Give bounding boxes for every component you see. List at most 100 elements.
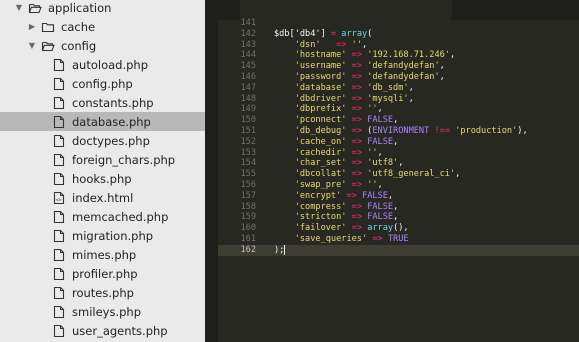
- line-number: 159: [240, 212, 256, 223]
- code-token: =>: [351, 201, 362, 212]
- sidebar-item[interactable]: doctypes.php: [0, 131, 205, 150]
- file-icon: [51, 95, 67, 111]
- sidebar-item-label: config: [61, 38, 97, 53]
- sidebar-item[interactable]: constants.php: [0, 93, 205, 112]
- code-token: '': [351, 39, 363, 50]
- sidebar-item[interactable]: ▼ config: [0, 36, 205, 55]
- file-icon: [51, 152, 67, 168]
- code-token: =>: [351, 126, 362, 136]
- sidebar-item[interactable]: mimes.php: [0, 245, 205, 264]
- file-icon: [51, 228, 67, 244]
- line-number: 143: [240, 39, 256, 50]
- pane-divider[interactable]: [205, 0, 218, 342]
- code-token: 'db_sdm': [367, 82, 409, 93]
- line-number: 151: [240, 126, 256, 136]
- sidebar-item[interactable]: ▶ cache: [0, 17, 205, 36]
- code-text: 'database' => 'db_sdm',: [256, 83, 414, 94]
- code-line[interactable]: 148 'dbdriver' => 'mysqli',: [218, 94, 579, 105]
- chevron-down-icon[interactable]: ▼: [14, 3, 24, 12]
- code-token: '192.168.71.246': [367, 50, 450, 61]
- code-token: ,: [377, 180, 383, 190]
- code-line[interactable]: 153 'cachedir' => '',: [218, 148, 579, 159]
- code-line[interactable]: 154 'char_set' => 'utf8',: [218, 158, 579, 169]
- code-token: TRUE: [387, 234, 409, 244]
- code-token: ,: [377, 104, 383, 115]
- sidebar-item-label: database.php: [72, 114, 151, 129]
- code-token: =>: [351, 158, 362, 169]
- code-token: 'dbcollat': [294, 169, 347, 180]
- sidebar-item[interactable]: memcached.php: [0, 207, 205, 226]
- sidebar-item-label: index.html: [72, 190, 134, 205]
- code-line[interactable]: 145 'username' => 'defandydefan',: [218, 61, 579, 72]
- code-line[interactable]: 158 'compress' => FALSE,: [218, 202, 579, 213]
- code-line[interactable]: 161 'save_queries' => TRUE: [218, 234, 579, 245]
- code-token: array: [367, 223, 394, 234]
- sidebar-item[interactable]: config.php: [0, 74, 205, 93]
- sidebar-item[interactable]: profiler.php: [0, 264, 205, 283]
- sidebar-item-label: migration.php: [72, 228, 154, 243]
- file-icon: [51, 114, 67, 130]
- code-token: =>: [351, 50, 362, 61]
- sidebar-item[interactable]: autoload.php: [0, 55, 205, 74]
- code-line[interactable]: 152 'cache_on' => FALSE,: [218, 137, 579, 148]
- code-line[interactable]: 162);: [218, 244, 579, 256]
- code-token: =>: [351, 223, 362, 234]
- line-number: 142: [240, 28, 256, 39]
- sidebar-item[interactable]: foreign_chars.php: [0, 150, 205, 169]
- file-icon: [51, 247, 67, 263]
- code-line[interactable]: 155 'dbcollat' => 'utf8_general_ci',: [218, 169, 579, 180]
- sidebar-item[interactable]: routes.php: [0, 283, 205, 302]
- code-line[interactable]: 143 'dsn' => '',: [218, 40, 579, 51]
- code-line[interactable]: 150 'pconnect' => FALSE,: [218, 115, 579, 126]
- sidebar-item-label: foreign_chars.php: [72, 152, 176, 167]
- code-line[interactable]: 156 'swap_pre' => '',: [218, 180, 579, 191]
- sidebar-item-label: routes.php: [72, 285, 134, 300]
- code-line[interactable]: 159 'stricton' => FALSE,: [218, 212, 579, 223]
- active-tab[interactable]: [240, 0, 452, 20]
- sidebar-item[interactable]: user_agents.php: [0, 321, 205, 340]
- code-line[interactable]: 144 'hostname' => '192.168.71.246',: [218, 50, 579, 61]
- code-line[interactable]: 142 $db['db4'] = array(: [218, 29, 579, 40]
- tab-strip: [218, 0, 579, 20]
- code-token: 'utf8': [367, 158, 399, 169]
- sidebar-item[interactable]: <> index.html: [0, 188, 205, 207]
- line-number: 154: [240, 158, 256, 169]
- code-line[interactable]: 149 'dbprefix' => '',: [218, 104, 579, 115]
- code-line[interactable]: 147 'database' => 'db_sdm',: [218, 83, 579, 94]
- code-line[interactable]: 146 'password' => 'defandydefan',: [218, 72, 579, 83]
- chevron-right-icon[interactable]: ▶: [27, 22, 37, 31]
- file-icon: [51, 171, 67, 187]
- code-line[interactable]: 160 'failover' => array(),: [218, 223, 579, 234]
- code-token: FALSE: [367, 136, 394, 147]
- sidebar-item[interactable]: ▼ application: [0, 0, 205, 17]
- line-number: 161: [240, 234, 256, 244]
- code-token: =>: [351, 72, 362, 82]
- code-line[interactable]: 141: [218, 18, 579, 29]
- sidebar-item[interactable]: smileys.php: [0, 302, 205, 321]
- code-token: 'dbdriver': [294, 93, 347, 104]
- code-token: 'compress': [294, 201, 347, 212]
- sidebar-item-label: autoload.php: [72, 57, 149, 72]
- code-line[interactable]: 151 'db_debug' => (ENVIRONMENT !== 'prod…: [218, 126, 579, 137]
- code-token: =>: [351, 180, 362, 190]
- chevron-down-icon[interactable]: ▼: [27, 41, 37, 50]
- code-token: array: [341, 28, 368, 39]
- code-token: 'cachedir': [294, 147, 347, 158]
- code-editor[interactable]: 141 142 $db['db4'] = array(143 'dsn' => ''…: [218, 0, 579, 342]
- sidebar-item[interactable]: database.php: [0, 112, 205, 131]
- sidebar-item[interactable]: hooks.php: [0, 169, 205, 188]
- code-token: 'hostname': [294, 50, 347, 61]
- code-token: ,: [408, 82, 414, 93]
- file-icon: [51, 76, 67, 92]
- code-token: ,: [408, 93, 414, 104]
- code-token: 'defandydefan': [367, 72, 440, 82]
- code-line[interactable]: 157 'encrypt' => FALSE,: [218, 191, 579, 202]
- code-text: 'save_queries' => TRUE: [256, 234, 409, 245]
- sidebar-item[interactable]: migration.php: [0, 226, 205, 245]
- file-icon: [51, 266, 67, 282]
